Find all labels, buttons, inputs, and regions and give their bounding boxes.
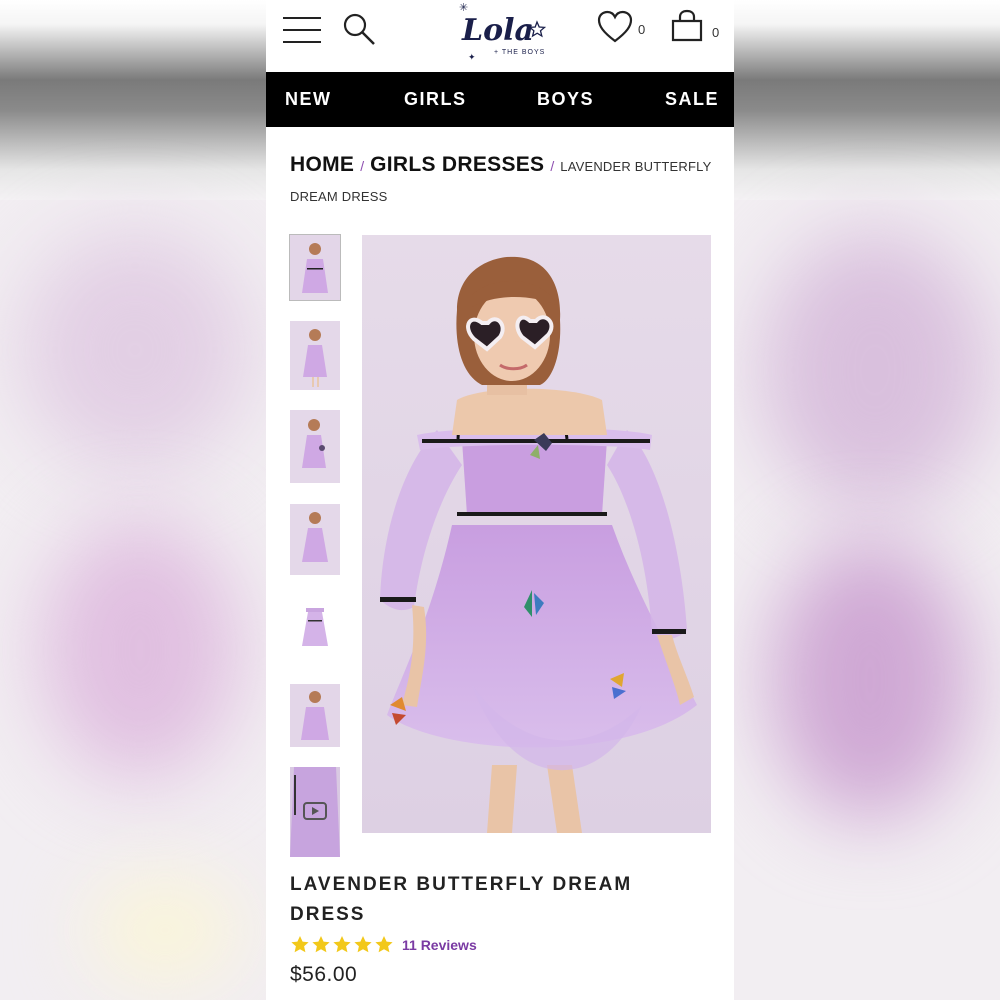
wishlist-count: 0	[638, 22, 646, 37]
rating-stars[interactable]	[290, 934, 398, 958]
brand-name: Lola	[461, 13, 534, 48]
breadcrumb-category[interactable]: GIRLS DRESSES	[370, 153, 544, 176]
star-icon	[333, 936, 351, 953]
brand-tagline: + THE BOYS	[494, 49, 545, 56]
gallery-thumbnail[interactable]	[290, 504, 340, 575]
gallery-thumbnail[interactable]	[290, 684, 340, 747]
star-icon	[291, 936, 309, 953]
main-nav: NEW GIRLS BOYS SALE	[266, 72, 734, 127]
breadcrumb: HOME / GIRLS DRESSES / LAVENDER BUTTERFLY DR…	[290, 153, 712, 204]
gallery-thumbnail[interactable]	[289, 234, 341, 301]
nav-item-girls[interactable]: GIRLS	[404, 89, 467, 110]
product-page: ✳ Lola + THE BOYS ✦ 0 0 NEW GIRLS BOYS S…	[266, 0, 734, 1000]
gallery-thumbnail[interactable]	[290, 410, 340, 483]
nav-item-boys[interactable]: BOYS	[537, 89, 594, 110]
heart-icon[interactable]	[597, 10, 633, 44]
cart-count: 0	[712, 25, 720, 40]
brand-logo[interactable]: ✳ Lola + THE BOYS ✦	[454, 2, 554, 64]
shopping-bag-icon[interactable]	[671, 9, 703, 43]
nav-item-sale[interactable]: SALE	[665, 89, 719, 110]
star-icon	[375, 936, 393, 953]
site-header: ✳ Lola + THE BOYS ✦ 0 0	[266, 0, 734, 72]
breadcrumb-home[interactable]: HOME	[290, 153, 354, 176]
reviews-link[interactable]: 11 Reviews	[402, 937, 477, 953]
product-title: LAVENDER BUTTERFLY DREAM DRESS	[290, 874, 633, 925]
search-icon[interactable]	[342, 12, 376, 46]
star-icon	[312, 936, 330, 953]
hamburger-menu-icon[interactable]	[283, 16, 321, 44]
gallery-thumbnail[interactable]	[290, 594, 340, 664]
gallery-thumbnail[interactable]	[290, 321, 340, 390]
product-main-image[interactable]	[362, 235, 711, 833]
gallery-video-thumbnail[interactable]	[290, 767, 340, 857]
product-price: $56.00	[290, 963, 358, 986]
svg-text:✦: ✦	[468, 52, 476, 62]
star-icon	[354, 936, 372, 953]
nav-item-new[interactable]: NEW	[285, 89, 332, 110]
